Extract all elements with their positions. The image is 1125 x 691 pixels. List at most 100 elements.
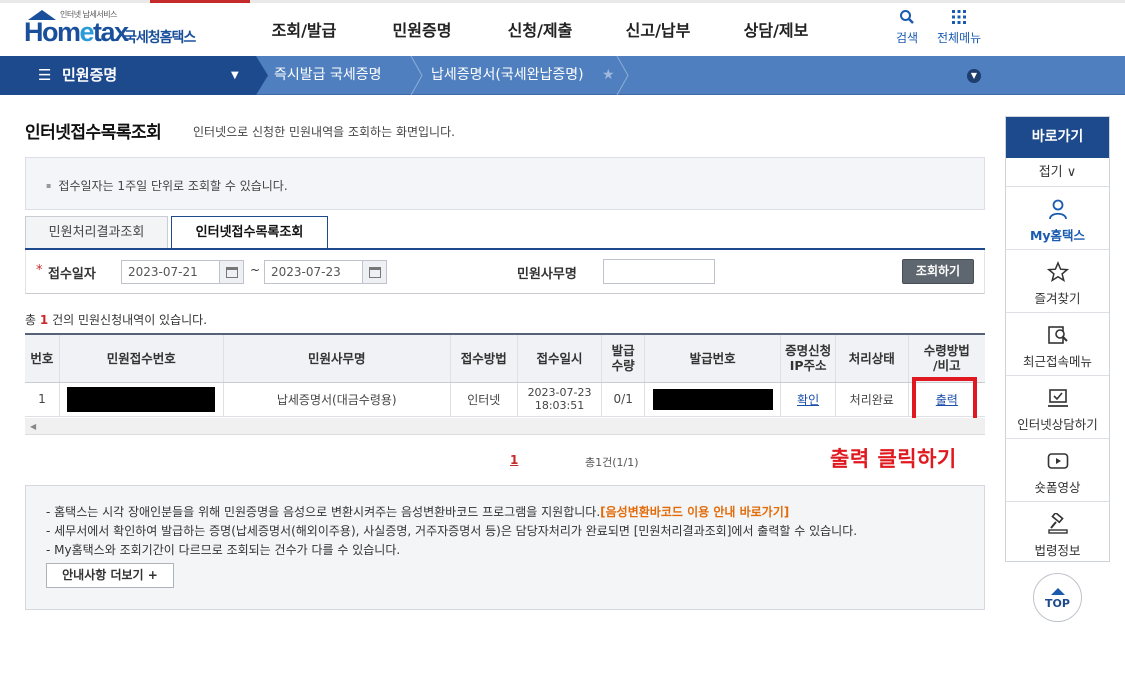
dropdown-caret-icon: ▼ [231,70,239,81]
gnb-item-applications[interactable]: 신청/제출 [481,3,599,56]
quick-menu: 바로가기 접기 ∨ My홈택스 즐겨찾기 최근접속메뉴 인터넷상담하기 숏폼영상… [1005,116,1110,562]
all-menu-button[interactable]: 전체메뉴 [937,9,981,46]
col-office-name: 민원사무명 [222,333,451,383]
quick-item-label: My홈택스 [1029,228,1086,243]
page-title: 인터넷접수목록조회 [25,123,162,143]
quick-item-shortform-video[interactable]: 숏폼영상 [1006,439,1109,502]
search-label: 검색 [896,31,919,45]
quick-item-law-info[interactable]: 법령정보 [1006,502,1109,565]
search-button[interactable]: 검색 [896,9,918,46]
expand-chevron-icon[interactable]: ▼ [967,69,981,83]
tab-result-inquiry[interactable]: 민원처리결과조회 [25,216,168,249]
redacted-receipt-no [67,386,216,412]
office-name-input[interactable] [603,259,715,284]
quick-item-my-hometax[interactable]: My홈택스 [1006,187,1109,250]
quick-menu-collapse[interactable]: 접기 ∨ [1006,158,1109,187]
notice-line-1: - 홈택스는 시각 장애인분들을 위해 민원증명을 음성으로 변환시켜주는 음성… [46,505,790,519]
breadcrumb-instant-issuance[interactable]: 즉시발급 국세증명 [274,56,382,95]
cell-ip: 확인 [780,382,836,417]
tab-online-list[interactable]: 인터넷접수목록조회 [171,216,328,249]
cell-receipt-no [58,382,224,417]
quick-item-label: 법령정보 [1034,543,1081,558]
notice-line-2: - 세무서에서 확인하여 발급하는 증명(납세증명서(해외이주용), 사실증명,… [46,524,858,538]
all-menu-label: 전체메뉴 [937,31,982,45]
hometax-logo[interactable]: 인터넷 납세서비스 Hometax 국세청홈택스 [24,9,214,53]
star-icon [1047,261,1069,283]
cell-time: 18:03:51 [534,399,585,412]
site-header: 인터넷 납세서비스 Hometax 국세청홈택스 조회/발급 민원증명 신청/제… [0,3,1125,56]
gnb-item-consult[interactable]: 상담/제보 [717,3,835,56]
calendar-from-icon[interactable] [219,260,244,284]
date-to-field[interactable]: 2023-07-23 [264,260,363,284]
hamburger-icon: ☰ [38,66,52,84]
search-form: * 접수일자 2023-07-21 ~ 2023-07-23 민원사무명 조회하… [25,250,985,294]
notice-line-3: - My홈택스와 조회기간이 다르므로 조회되는 건수가 다를 수 있습니다. [46,543,401,557]
more-info-button[interactable]: 안내사항 더보기 + [46,563,174,588]
col-status: 처리상태 [834,333,909,383]
print-click-callout: 출력 클릭하기 [830,447,957,471]
breadcrumb-separator-icon [410,56,424,95]
date-label: 접수일자 [48,267,96,282]
search-icon [896,9,918,29]
quick-item-label: 즐겨찾기 [1034,291,1081,306]
voice-barcode-link[interactable]: [음성변환바코드 이용 안내 바로가기] [600,505,789,519]
col-receipt-no: 민원접수번호 [58,333,224,383]
office-name-label: 민원사무명 [517,267,577,282]
cell-office-name: 납세증명서(대금수령용) [222,382,451,417]
cell-status: 처리완료 [834,382,909,417]
logo-wordmark: Hometax [24,17,129,47]
monitor-check-icon [1048,389,1068,407]
pagination-total: 총1건(1/1) [585,456,639,469]
quick-item-label: 인터넷상담하기 [1017,417,1098,432]
recent-search-icon [1048,326,1068,344]
scroll-top-button[interactable]: TOP [1033,573,1082,622]
breadcrumb-separator-icon [256,56,270,95]
col-receive: 수령방법 /비고 [907,333,985,383]
quick-item-label: 숏폼영상 [1034,480,1081,495]
date-from-field[interactable]: 2023-07-21 [121,260,220,284]
redacted-issue-no [652,388,773,410]
cell-qty: 0/1 [601,382,645,417]
gnb-item-inquiry[interactable]: 조회/발급 [245,3,363,56]
date-range-separator: ~ [250,263,261,277]
video-play-icon [1047,453,1069,469]
quick-menu-title: 바로가기 [1006,117,1109,158]
logo-subtitle: 국세청홈택스 [124,30,196,46]
gnb-item-filing[interactable]: 신고/납부 [599,3,717,56]
cell-method: 인터넷 [449,382,518,417]
quick-item-favorites[interactable]: 즐겨찾기 [1006,250,1109,313]
person-icon [1049,199,1067,220]
arrow-up-icon [1051,588,1065,595]
info-box: 접수일자는 1주일 단위로 조회할 수 있습니다. [25,157,985,210]
quick-item-recent[interactable]: 최근접속메뉴 [1006,313,1109,376]
gnb-item-certificates[interactable]: 민원증명 [363,3,481,56]
calendar-to-icon[interactable] [362,260,387,284]
page-description: 인터넷으로 신청한 민원내역을 조회하는 화면입니다. [193,125,455,139]
cell-issue-no [643,382,781,417]
horizontal-scrollbar[interactable]: ◀ [25,418,985,435]
breadcrumb-tax-certificate[interactable]: 납세증명서(국세완납증명) [431,56,584,95]
col-qty: 발급 수량 [601,333,645,383]
info-text: 접수일자는 1주일 단위로 조회할 수 있습니다. [46,177,287,194]
table-header-row: 번호 민원접수번호 민원사무명 접수방법 접수일시 발급 수량 발급번호 증명신… [25,333,985,383]
sub-navbar: ☰ 민원증명 ▼ 즉시발급 국세증명 납세증명서(국세완납증명) ★ ▼ [0,56,1125,95]
col-no: 번호 [25,333,60,383]
col-issue-no: 발급번호 [643,333,781,383]
quick-item-online-consult[interactable]: 인터넷상담하기 [1006,376,1109,439]
ip-confirm-link[interactable]: 확인 [797,393,819,407]
col-method: 접수방법 [449,333,518,383]
col-ip: 증명신청 IP주소 [780,333,836,383]
result-count-number: 1 [39,313,49,327]
gavel-icon [1048,513,1068,534]
favorite-star-icon[interactable]: ★ [602,56,615,94]
cell-no: 1 [25,382,60,417]
category-label: 민원증명 [62,66,118,84]
pagination-current-page[interactable]: 1 [510,453,518,467]
search-submit-button[interactable]: 조회하기 [902,259,974,284]
scroll-left-icon[interactable]: ◀ [30,422,36,431]
quick-item-label: 최근접속메뉴 [1022,354,1092,369]
cell-date: 2023-07-23 [527,386,592,399]
category-dropdown[interactable]: ☰ 민원증명 ▼ [0,56,256,95]
scroll-top-label: TOP [1045,597,1070,610]
application-table: 번호 민원접수번호 민원사무명 접수방법 접수일시 발급 수량 발급번호 증명신… [25,333,985,417]
